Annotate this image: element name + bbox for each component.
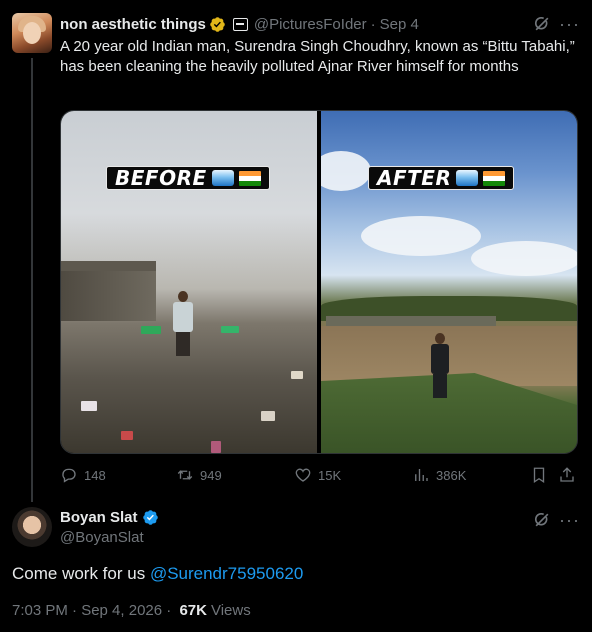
avatar-face [23,22,41,44]
reply-icon [62,468,76,483]
tweet-meta: 7:03 PM · Sep 4, 2026 · 67K Views [12,602,251,619]
tweet-text: Come work for us @Surendr75950620 [12,564,303,584]
before-label: BEFORE [106,166,270,190]
trash [141,326,161,334]
action-bar: 148 949 15K 386K [60,464,580,486]
author-name[interactable]: Boyan Slat [60,509,138,526]
wave-icon [456,170,479,186]
india-flag-icon [238,170,261,186]
trash [261,411,275,421]
bookmark-icon [533,467,545,484]
trash [81,401,97,411]
views-label: Views [210,602,251,619]
views-count: 67K [179,602,207,619]
affiliate-badge-icon [232,17,248,31]
after-label: AFTER [368,166,515,190]
separator: · [370,15,376,33]
main-tweet[interactable]: Boyan Slat @BoyanSlat ··· Come work for … [0,500,592,632]
author-handle[interactable]: @PicturesFoIder [254,16,367,33]
avatar[interactable] [12,13,52,53]
grok-icon[interactable] [532,510,552,530]
before-label-text: BEFORE [115,166,207,190]
verified-badge-icon [142,510,158,525]
mention-link[interactable]: @Surendr75950620 [150,564,303,583]
thread-line [31,58,33,502]
retweet-icon [177,470,193,480]
cloud [471,241,577,276]
share-button[interactable] [558,464,576,486]
more-icon[interactable]: ··· [559,14,579,34]
person [431,333,449,398]
quoted-tweet[interactable]: non aesthetic things @PicturesFoIder · S… [0,0,592,502]
tweet-text-body: Come work for us [12,564,150,583]
timestamp[interactable]: 7:03 PM · Sep 4, 2026 · [12,602,175,619]
share-icon [560,467,574,482]
bridge-pillars [61,271,156,321]
india-flag-icon [483,170,506,186]
trash [221,326,239,333]
bookmark-button[interactable] [530,464,548,486]
before-image[interactable]: BEFORE [61,111,317,453]
trash [211,441,221,453]
reply-count: 148 [84,467,106,483]
wave-icon [211,170,234,186]
more-icon[interactable]: ··· [559,510,579,530]
trash [291,371,303,379]
like-button[interactable]: 15K [294,464,341,486]
author-name-row: Boyan Slat [60,509,159,526]
grok-icon[interactable] [532,14,552,34]
author-handle[interactable]: @BoyanSlat [60,529,144,546]
cloud [321,151,371,191]
avatar[interactable] [12,507,52,547]
after-image[interactable]: AFTER [321,111,577,453]
trash [121,431,133,440]
like-count: 15K [318,467,342,483]
quoted-tweet-header: non aesthetic things @PicturesFoIder · S… [60,14,419,34]
views-count: 386K [436,467,467,483]
like-icon [295,468,311,482]
tweet-date[interactable]: Sep 4 [380,16,419,33]
bridge [61,261,156,271]
views-icon [415,469,428,481]
after-label-text: AFTER [377,166,452,190]
author-name[interactable]: non aesthetic things [60,16,206,33]
retweet-count: 949 [200,467,222,483]
person [173,291,193,356]
retweet-button[interactable]: 949 [176,464,222,486]
reply-button[interactable]: 148 [60,464,106,486]
tweet-text: A 20 year old Indian man, Surendra Singh… [60,38,575,75]
cloud [361,216,481,256]
media-grid[interactable]: BEFORE AFTER [60,110,578,454]
views-button[interactable]: 386K [412,464,466,486]
verified-badge-icon [210,16,225,32]
